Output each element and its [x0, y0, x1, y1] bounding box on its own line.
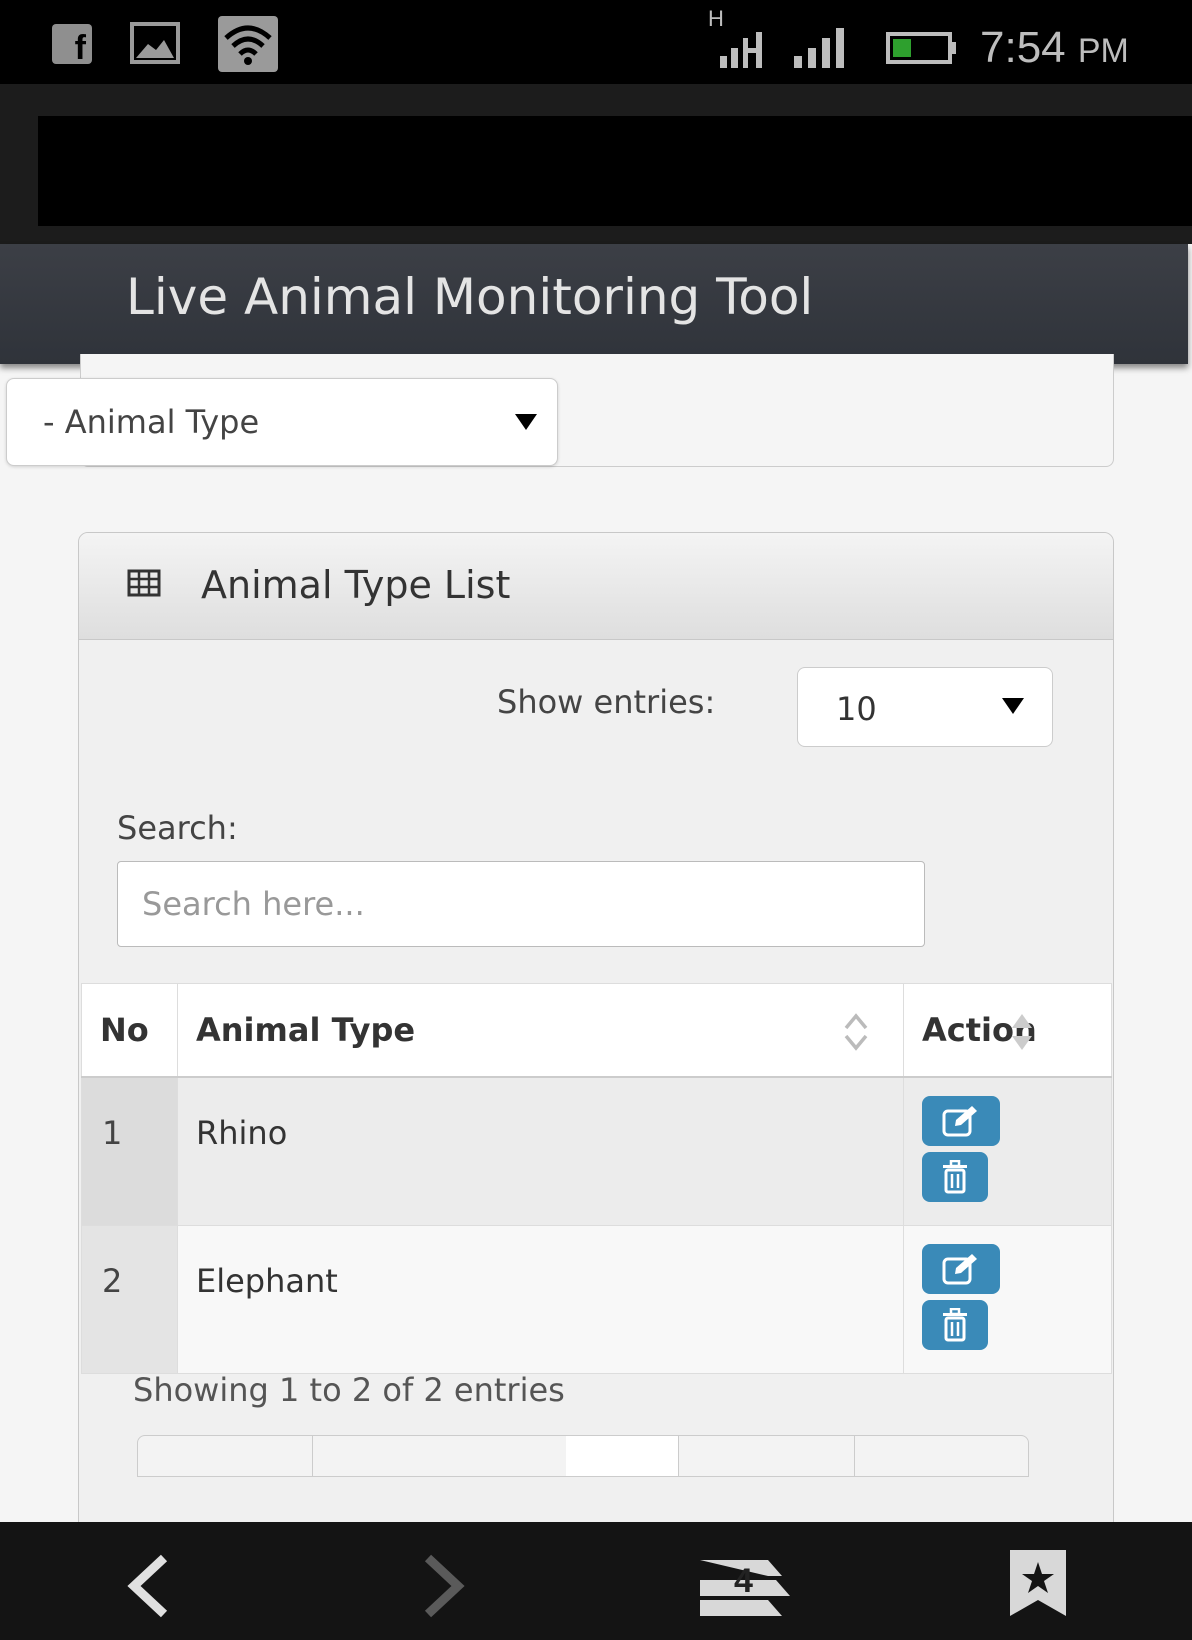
delete-button[interactable]: [922, 1152, 988, 1202]
sort-icon: [844, 1013, 868, 1051]
pagination-button[interactable]: [138, 1436, 313, 1476]
dropdown-arrow-icon: [1002, 698, 1024, 714]
action-cell: [903, 1224, 1112, 1374]
tab-count: 4: [734, 1562, 753, 1600]
facebook-icon: f: [52, 24, 92, 66]
sort-icon: [1012, 1014, 1032, 1050]
browser-bottom-nav: 4: [0, 1522, 1192, 1640]
ad-banner: [38, 116, 1192, 226]
panel-heading: Animal Type List: [79, 533, 1113, 640]
panel-title: Animal Type List: [201, 563, 511, 607]
table-header-row: No Animal Type Action: [81, 983, 1112, 1078]
column-header-label: Animal Type: [196, 1011, 416, 1049]
edit-icon: [942, 1253, 977, 1284]
delete-icon: [943, 1160, 967, 1194]
edit-button[interactable]: [922, 1243, 1000, 1294]
page-title: Live Animal Monitoring Tool: [126, 268, 814, 326]
pagination: [137, 1435, 1029, 1477]
edit-button[interactable]: [922, 1096, 1000, 1146]
status-clock: 7:54 PM: [980, 18, 1129, 81]
delete-button[interactable]: [922, 1299, 988, 1350]
table-row: 2 Elephant: [81, 1224, 1112, 1374]
tabs-button[interactable]: 4: [698, 1554, 792, 1620]
animal-type-cell: Elephant: [177, 1224, 904, 1374]
app-header: Live Animal Monitoring Tool: [0, 244, 1188, 364]
row-number: 2: [81, 1224, 178, 1374]
search-label: Search:: [117, 809, 238, 847]
action-cell: [903, 1076, 1112, 1226]
animal-type-list-panel: Animal Type List Show entries: 10 Search…: [78, 532, 1114, 1534]
search-input[interactable]: [117, 861, 925, 947]
dropdown-arrow-icon: [515, 414, 537, 430]
delete-icon: [943, 1307, 967, 1341]
table-row: 1 Rhino: [81, 1076, 1112, 1226]
clock-time: 7:54: [980, 23, 1066, 72]
column-header-animal-type[interactable]: Animal Type: [177, 983, 904, 1078]
back-icon[interactable]: [124, 1552, 172, 1620]
row-number: 1: [81, 1076, 178, 1226]
battery-icon: [886, 32, 956, 64]
pagination-button[interactable]: [566, 1436, 679, 1476]
signal-strength-icon: [720, 32, 762, 68]
animal-type-table: No Animal Type Action 1 Rhino 2 Elephant: [81, 983, 1112, 1374]
column-header-no[interactable]: No: [81, 983, 178, 1078]
status-bar: f H 7:54 PM: [0, 0, 1192, 84]
bookmark-icon[interactable]: [1008, 1548, 1068, 1618]
clock-ampm: PM: [1077, 32, 1129, 70]
signal-strength-icon: [794, 28, 844, 68]
show-entries-value: 10: [836, 690, 877, 728]
column-header-label: No: [100, 1011, 149, 1049]
pagination-button[interactable]: [312, 1436, 567, 1476]
show-entries-select[interactable]: 10: [797, 667, 1053, 747]
table-icon: [127, 569, 161, 597]
forward-icon[interactable]: [420, 1552, 468, 1620]
pagination-button[interactable]: [678, 1436, 855, 1476]
table-info: Showing 1 to 2 of 2 entries: [133, 1371, 565, 1409]
gallery-icon: [130, 22, 180, 64]
wifi-icon: [218, 16, 278, 72]
animal-type-select-value: - Animal Type: [43, 403, 260, 441]
column-header-action[interactable]: Action: [903, 983, 1112, 1078]
animal-type-select[interactable]: - Animal Type: [6, 378, 558, 466]
edit-icon: [942, 1106, 977, 1137]
show-entries-label: Show entries:: [497, 683, 716, 721]
animal-type-cell: Rhino: [177, 1076, 904, 1226]
